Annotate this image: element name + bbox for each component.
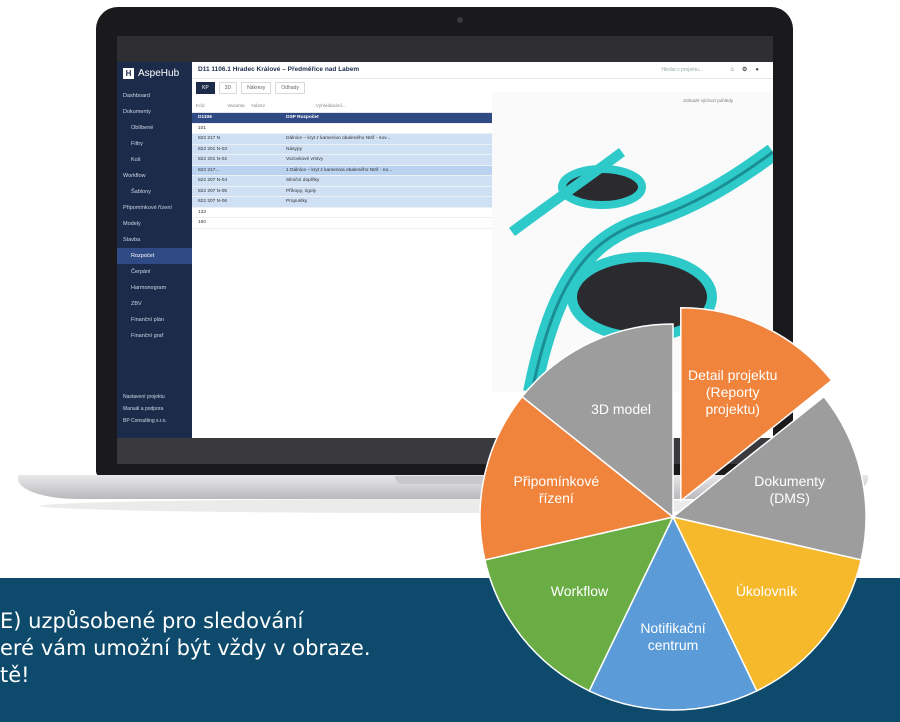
- pie-label-0: Detail projektu (Reporty projektu): [687, 367, 778, 418]
- pie-label-3: Notifikační centrum: [640, 619, 706, 653]
- modules-pie-chart: [479, 307, 867, 711]
- pie-label-5: Připomínkové řízení: [513, 473, 600, 507]
- pie-label-4: Workflow: [550, 583, 609, 600]
- pie-label-2: Úkolovník: [735, 583, 798, 600]
- pie-label-1: Dokumenty (DMS): [754, 473, 826, 507]
- pie-label-6: 3D model: [591, 400, 652, 417]
